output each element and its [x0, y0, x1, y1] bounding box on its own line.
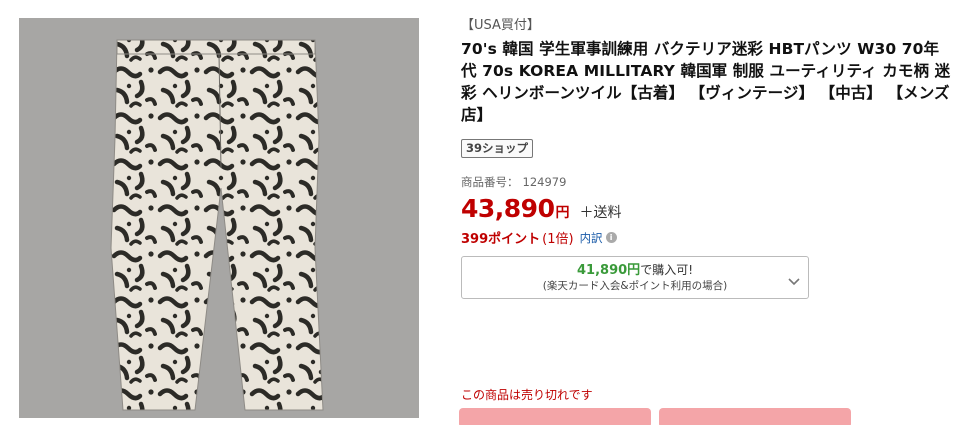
- price: 43,890: [461, 194, 555, 223]
- card-offer-amount: 41,890: [577, 263, 628, 278]
- chevron-down-icon[interactable]: [788, 271, 800, 290]
- product-info: 【USA買付】 70's 韓国 学生軍事訓練用 バクテリア迷彩 HBTパンツ W…: [461, 17, 951, 299]
- shipping-label: ＋送料: [579, 205, 622, 221]
- price-currency: 円: [555, 205, 570, 221]
- card-offer-suffix: で購入可!: [640, 263, 693, 277]
- soldout-message: この商品は売り切れです: [461, 388, 593, 402]
- item-number: 商品番号： 124979: [461, 174, 951, 190]
- points: 399ポイント: [461, 232, 541, 247]
- add-to-cart-button[interactable]: [459, 408, 651, 425]
- card-offer-line: 41,890円で購入可!: [462, 262, 808, 279]
- shop-badge[interactable]: 39ショップ: [461, 139, 534, 158]
- points-breakdown-link[interactable]: 内訳: [580, 230, 603, 246]
- product-image[interactable]: [19, 18, 419, 418]
- card-offer-note: (楽天カード入会&ポイント利用の場合): [542, 280, 728, 292]
- buy-now-button[interactable]: [659, 408, 851, 425]
- item-number-label: 商品番号：: [461, 175, 519, 189]
- card-offer-currency: 円: [627, 263, 641, 278]
- pants-photo: [19, 18, 419, 418]
- points-rate: (1倍): [542, 232, 574, 247]
- info-icon[interactable]: i: [605, 232, 617, 243]
- card-offer-dropdown[interactable]: 41,890円で購入可! (楽天カード入会&ポイント利用の場合): [461, 256, 809, 299]
- price-row: 43,890 円 ＋送料: [461, 194, 951, 223]
- product-title: 70's 韓国 学生軍事訓練用 バクテリア迷彩 HBTパンツ W30 70年代 …: [461, 40, 951, 124]
- product-tag: 【USA買付】: [461, 18, 540, 33]
- points-row: 399ポイント (1倍) 内訳 i: [461, 228, 951, 247]
- item-number-value: 124979: [522, 175, 567, 189]
